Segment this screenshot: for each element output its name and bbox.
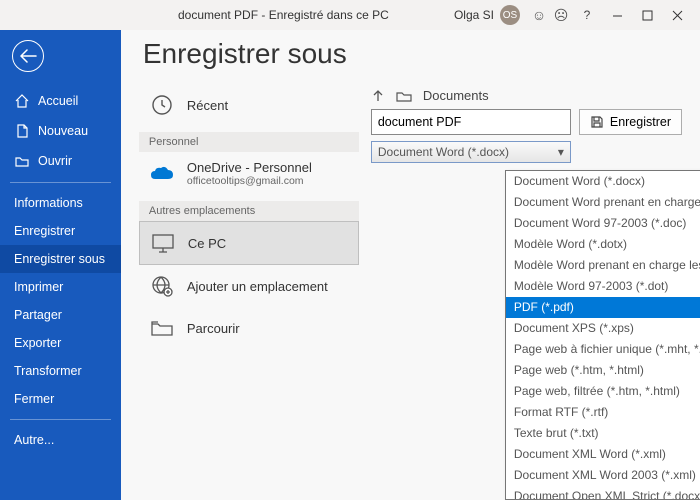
maximize-button[interactable] bbox=[632, 3, 662, 27]
nav-label: Fermer bbox=[14, 392, 54, 406]
document-title: document PDF - Enregistré dans ce PC bbox=[178, 8, 389, 22]
location-onedrive[interactable]: OneDrive - Personnel officetooltips@gmai… bbox=[139, 152, 359, 195]
nav-label: Imprimer bbox=[14, 280, 63, 294]
section-header-other: Autres emplacements bbox=[139, 201, 359, 221]
filetype-option[interactable]: Page web (*.htm, *.html) bbox=[506, 360, 700, 381]
feedback-frown-icon[interactable]: ☹ bbox=[550, 7, 572, 24]
nav-save[interactable]: Enregistrer bbox=[0, 217, 121, 245]
locations-pane: Récent Personnel OneDrive - Personnel of… bbox=[139, 84, 359, 349]
filetype-option[interactable]: Modèle Word (*.dotx) bbox=[506, 234, 700, 255]
filetype-option[interactable]: Page web à fichier unique (*.mht, *.mhtm… bbox=[506, 339, 700, 360]
nav-label: Informations bbox=[14, 196, 83, 210]
filetype-option[interactable]: Modèle Word prenant en charge les macros… bbox=[506, 255, 700, 276]
save-button-label: Enregistrer bbox=[610, 115, 671, 129]
feedback-smile-icon[interactable]: ☺ bbox=[528, 7, 550, 23]
add-place-icon bbox=[149, 273, 175, 299]
nav-label: Ouvrir bbox=[38, 154, 72, 168]
location-recent[interactable]: Récent bbox=[139, 84, 359, 126]
nav-transform[interactable]: Transformer bbox=[0, 357, 121, 385]
location-browse[interactable]: Parcourir bbox=[139, 307, 359, 349]
recent-icon bbox=[149, 92, 175, 118]
filetype-option[interactable]: Texte brut (*.txt) bbox=[506, 423, 700, 444]
nav-share[interactable]: Partager bbox=[0, 301, 121, 329]
filetype-option[interactable]: Document Word prenant en charge les macr… bbox=[506, 192, 700, 213]
user-name: Olga SI bbox=[454, 8, 494, 22]
backstage-sidebar: Accueil Nouveau Ouvrir Informations Enre… bbox=[0, 30, 121, 500]
folder-icon bbox=[395, 89, 413, 103]
nav-more[interactable]: Autre... bbox=[0, 426, 121, 454]
location-label: Parcourir bbox=[187, 321, 240, 336]
titlebar: document PDF - Enregistré dans ce PC Olg… bbox=[0, 0, 700, 30]
close-button[interactable] bbox=[662, 3, 692, 27]
filename-input[interactable] bbox=[371, 109, 571, 135]
filetype-option[interactable]: Page web, filtrée (*.htm, *.html) bbox=[506, 381, 700, 402]
onedrive-icon bbox=[149, 161, 175, 187]
page-title: Enregistrer sous bbox=[143, 38, 682, 70]
location-label: Ajouter un emplacement bbox=[187, 279, 328, 294]
nav-open[interactable]: Ouvrir bbox=[0, 146, 121, 176]
filetype-selected-label: Document Word (*.docx) bbox=[378, 145, 509, 159]
nav-label: Enregistrer sous bbox=[14, 252, 105, 266]
location-label: OneDrive - Personnel bbox=[187, 160, 312, 175]
section-header-personal: Personnel bbox=[139, 132, 359, 152]
filetype-option[interactable]: Document XPS (*.xps) bbox=[506, 318, 700, 339]
content-area: Enregistrer sous Récent Personnel OneDri… bbox=[121, 30, 700, 500]
filetype-option[interactable]: Document XML Word (*.xml) bbox=[506, 444, 700, 465]
breadcrumb-folder: Documents bbox=[423, 88, 489, 103]
filetype-option[interactable]: Document Open XML Strict (*.docx) bbox=[506, 486, 700, 500]
breadcrumb[interactable]: Documents bbox=[371, 84, 682, 109]
filetype-option[interactable]: Modèle Word 97-2003 (*.dot) bbox=[506, 276, 700, 297]
nav-label: Autre... bbox=[14, 433, 54, 447]
nav-label: Nouveau bbox=[38, 124, 88, 138]
home-icon bbox=[14, 93, 30, 109]
nav-label: Accueil bbox=[38, 94, 78, 108]
filetype-combobox[interactable]: Document Word (*.docx) ▾ bbox=[371, 141, 571, 163]
save-target-pane: Documents Enregistrer Document Word (*.d… bbox=[371, 84, 682, 163]
account-area[interactable]: Olga SI OS bbox=[454, 5, 520, 25]
filetype-option[interactable]: Document XML Word 2003 (*.xml) bbox=[506, 465, 700, 486]
nav-label: Partager bbox=[14, 308, 62, 322]
help-icon[interactable]: ? bbox=[572, 3, 602, 27]
filetype-option[interactable]: Document Word 97-2003 (*.doc) bbox=[506, 213, 700, 234]
location-addplace[interactable]: Ajouter un emplacement bbox=[139, 265, 359, 307]
save-icon bbox=[590, 115, 604, 129]
nav-print[interactable]: Imprimer bbox=[0, 273, 121, 301]
nav-label: Transformer bbox=[14, 364, 82, 378]
nav-separator bbox=[10, 419, 111, 420]
browse-icon bbox=[149, 315, 175, 341]
save-button[interactable]: Enregistrer bbox=[579, 109, 682, 135]
filetype-dropdown[interactable]: Document Word (*.docx)Document Word pren… bbox=[505, 170, 700, 500]
filetype-option[interactable]: Document Word (*.docx) bbox=[506, 171, 700, 192]
chevron-down-icon: ▾ bbox=[558, 145, 564, 159]
nav-home[interactable]: Accueil bbox=[0, 86, 121, 116]
up-arrow-icon bbox=[371, 89, 385, 103]
location-label: Récent bbox=[187, 98, 228, 113]
back-button[interactable] bbox=[12, 40, 44, 72]
location-thispc[interactable]: Ce PC bbox=[139, 221, 359, 265]
pc-icon bbox=[150, 230, 176, 256]
nav-label: Exporter bbox=[14, 336, 61, 350]
nav-saveas[interactable]: Enregistrer sous bbox=[0, 245, 121, 273]
nav-info[interactable]: Informations bbox=[0, 189, 121, 217]
filetype-option[interactable]: PDF (*.pdf) bbox=[506, 297, 700, 318]
nav-close[interactable]: Fermer bbox=[0, 385, 121, 413]
filetype-option[interactable]: Format RTF (*.rtf) bbox=[506, 402, 700, 423]
nav-separator bbox=[10, 182, 111, 183]
nav-export[interactable]: Exporter bbox=[0, 329, 121, 357]
avatar: OS bbox=[500, 5, 520, 25]
nav-new[interactable]: Nouveau bbox=[0, 116, 121, 146]
location-label: Ce PC bbox=[188, 236, 226, 251]
nav-label: Enregistrer bbox=[14, 224, 75, 238]
minimize-button[interactable] bbox=[602, 3, 632, 27]
new-doc-icon bbox=[14, 123, 30, 139]
onedrive-email: officetooltips@gmail.com bbox=[187, 175, 312, 187]
open-folder-icon bbox=[14, 153, 30, 169]
